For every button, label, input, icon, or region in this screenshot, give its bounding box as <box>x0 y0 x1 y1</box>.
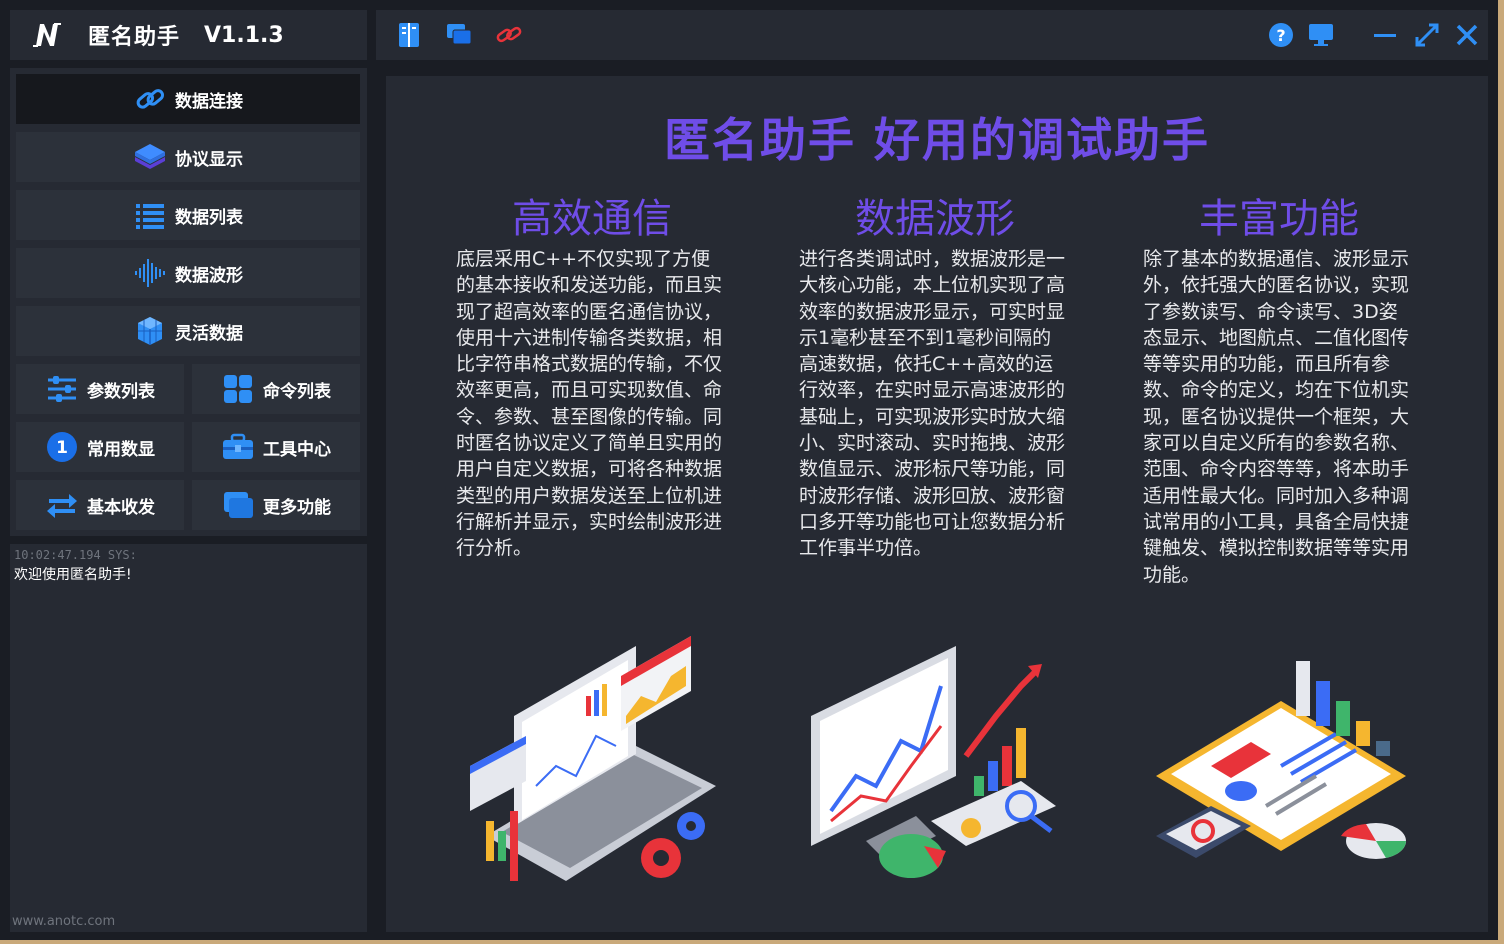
toolbox-icon <box>223 433 253 459</box>
feature-text-communication: 底层采用C++不仅实现了方便的基本接收和发送功能，而且实现了超高效率的匿名通信协… <box>456 248 723 560</box>
list-icon <box>136 204 164 229</box>
toolbar: ? <box>376 10 1488 60</box>
log-message: 欢迎使用匿名助手! <box>14 567 132 583</box>
book-icon[interactable] <box>394 20 424 50</box>
close-icon[interactable] <box>1452 20 1482 50</box>
nav-label: 参数列表 <box>87 381 155 402</box>
nav-label: 灵活数据 <box>175 323 243 344</box>
windows-icon <box>224 492 253 518</box>
nav-data-waveform-button[interactable]: 数据波形 <box>16 248 360 298</box>
nav-more-features-button[interactable]: 更多功能 <box>192 480 360 530</box>
layers-icon <box>135 144 165 169</box>
nav-label: 数据列表 <box>175 207 243 228</box>
screens-icon[interactable] <box>444 20 474 50</box>
app-version: V1.1.3 <box>204 22 284 48</box>
minimize-icon[interactable] <box>1370 20 1400 50</box>
app-logo-icon <box>33 23 61 47</box>
grid-icon <box>224 375 252 403</box>
nav-label: 工具中心 <box>263 439 331 460</box>
feature-title-waveform: 数据波形 <box>855 196 1015 242</box>
cubes-icon <box>138 317 162 345</box>
app-window: 匿名助手 V1.1.3 数据连接 协议显示 数据列表 数据波形 灵活数据 参数列… <box>0 0 1498 940</box>
app-title: 匿名助手 <box>88 25 181 50</box>
waveform-icon <box>135 259 165 287</box>
nav-panel: 数据连接 协议显示 数据列表 数据波形 灵活数据 参数列表 命令列表 1 常用数… <box>10 68 367 536</box>
nav-data-list-button[interactable]: 数据列表 <box>16 190 360 240</box>
main-content: 匿名助手 好用的调试助手 高效通信 底层采用C++不仅实现了方便的基本接收和发送… <box>386 76 1488 932</box>
nav-param-list-button[interactable]: 参数列表 <box>16 364 184 414</box>
monitor-icon[interactable] <box>1306 20 1336 50</box>
feature-title-communication: 高效通信 <box>512 196 672 242</box>
nav-label: 更多功能 <box>263 497 331 518</box>
laptop-chart-illustration <box>470 636 716 881</box>
nav-tool-center-button[interactable]: 工具中心 <box>192 422 360 472</box>
help-icon[interactable]: ? <box>1266 20 1296 50</box>
nav-command-list-button[interactable]: 命令列表 <box>192 364 360 414</box>
feature-title-features: 丰富功能 <box>1199 196 1359 242</box>
main-headline: 匿名助手 好用的调试助手 <box>663 113 1210 167</box>
log-panel[interactable]: 10:02:47.194 SYS: 欢迎使用匿名助手! <box>10 544 367 932</box>
number-one-icon: 1 <box>47 432 77 462</box>
nav-basic-send-receive-button[interactable]: 基本收发 <box>16 480 184 530</box>
chain-icon[interactable] <box>494 20 524 50</box>
log-timestamp: 10:02:47.194 SYS: <box>14 548 137 562</box>
title-bar: 匿名助手 V1.1.3 <box>10 10 367 60</box>
link-icon <box>136 89 165 109</box>
nav-common-display-button[interactable]: 1 常用数显 <box>16 422 184 472</box>
nav-label: 协议显示 <box>175 149 243 170</box>
monitor-growth-illustration <box>811 646 1056 878</box>
nav-flexible-data-button[interactable]: 灵活数据 <box>16 306 360 356</box>
nav-data-connect-button[interactable]: 数据连接 <box>16 74 360 124</box>
feature-text-waveform: 进行各类调试时，数据波形是一大核心功能，本上位机实现了高效率的数据波形显示，可实… <box>799 248 1066 560</box>
sliders-icon <box>48 376 76 402</box>
number-badge: 1 <box>56 438 68 458</box>
nav-label: 常用数显 <box>87 439 155 460</box>
feature-text-features: 除了基本的数据通信、波形显示外，依托强大的匿名协议，实现了参数读写、命令读写、3… <box>1143 248 1410 586</box>
nav-protocol-display-button[interactable]: 协议显示 <box>16 132 360 182</box>
nav-label: 数据连接 <box>175 91 243 112</box>
documents-chart-illustration <box>1156 661 1406 859</box>
svg-text:?: ? <box>1276 26 1285 45</box>
nav-label: 数据波形 <box>175 265 243 286</box>
exchange-icon <box>47 494 77 518</box>
nav-label: 命令列表 <box>263 381 331 402</box>
website-link[interactable]: www.anotc.com <box>12 914 115 929</box>
maximize-icon[interactable] <box>1412 20 1442 50</box>
nav-label: 基本收发 <box>87 497 155 518</box>
